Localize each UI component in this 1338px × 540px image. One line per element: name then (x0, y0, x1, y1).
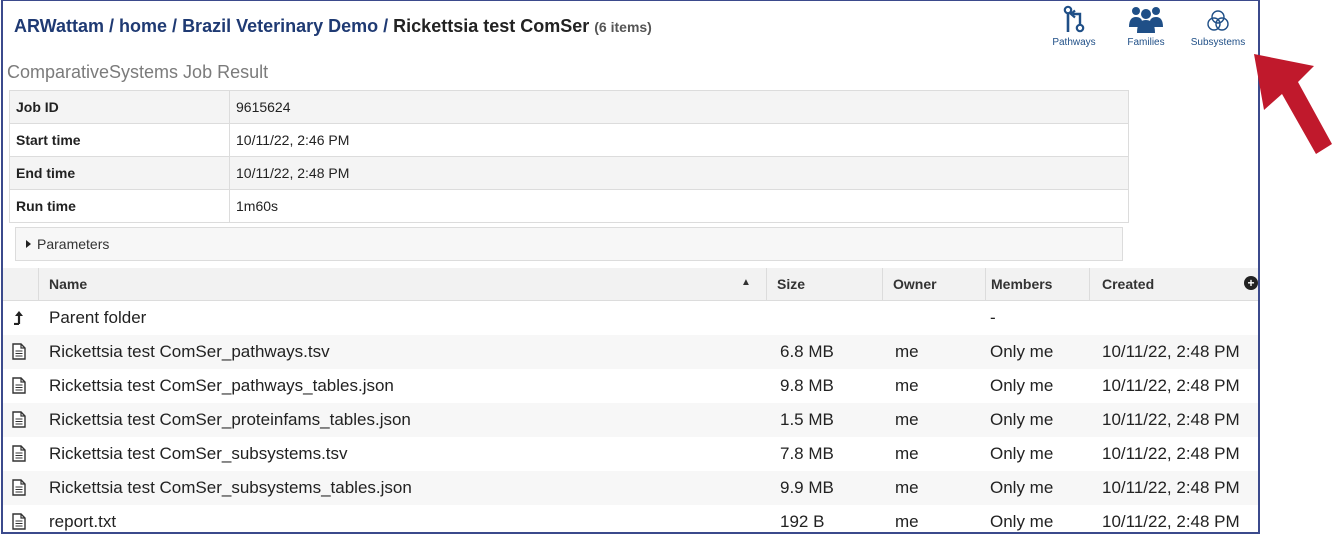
header-created[interactable]: Created (1090, 268, 1258, 300)
breadcrumb-separator: / (104, 16, 120, 36)
file-size: 6.8 MB (780, 342, 834, 361)
file-name[interactable]: Rickettsia test ComSer_subsystems.tsv (49, 437, 348, 471)
add-column-icon[interactable]: + (1244, 276, 1258, 290)
job-info-row: Run time 1m60s (9, 189, 1129, 223)
file-created: 10/11/22, 2:48 PM (1102, 478, 1240, 497)
file-icon (12, 513, 26, 532)
breadcrumb-separator: / (378, 16, 394, 36)
subsystems-button[interactable]: Subsystems (1182, 3, 1254, 48)
file-members: Only me (990, 512, 1054, 531)
breadcrumb-user[interactable]: ARWattam (14, 16, 104, 36)
file-icon (12, 445, 26, 467)
file-icon (12, 377, 26, 399)
caret-right-icon (26, 240, 31, 248)
table-row[interactable]: report.txt 192 B me Only me 10/11/22, 2:… (3, 505, 1258, 532)
file-size: 9.9 MB (780, 478, 834, 497)
parent-folder-members: - (990, 308, 996, 327)
job-info-table: Job ID 9615624 Start time 10/11/22, 2:46 P… (9, 90, 1129, 223)
file-created: 10/11/22, 2:48 PM (1102, 342, 1240, 361)
file-owner: me (895, 512, 919, 531)
file-created: 10/11/22, 2:48 PM (1102, 410, 1240, 429)
file-size: 9.8 MB (780, 376, 834, 395)
job-result-title: ComparativeSystems Job Result (7, 62, 269, 82)
families-icon (1110, 3, 1182, 33)
header-icon-column (3, 268, 39, 300)
grid-header: Name ▲ Size Owner Members Created + (3, 268, 1258, 301)
file-members: Only me (990, 444, 1054, 463)
file-icon (12, 343, 26, 365)
file-icon (12, 411, 26, 433)
file-members: Only me (990, 478, 1054, 497)
annotation-arrow-icon (1254, 54, 1332, 154)
job-info-key: End time (9, 156, 230, 190)
pathways-icon (1038, 3, 1110, 33)
file-owner: me (895, 478, 919, 497)
workspace-panel: ARWattam / home / Brazil Veterinary Demo… (1, 0, 1260, 534)
header-size[interactable]: Size (767, 268, 883, 300)
header-members[interactable]: Members (986, 268, 1090, 300)
parent-folder-label: Parent folder (49, 308, 147, 327)
view-toolbar: Pathways Families Subsystems (1038, 3, 1254, 48)
file-size: 7.8 MB (780, 444, 834, 463)
job-info-key: Job ID (9, 90, 230, 124)
header-owner[interactable]: Owner (883, 268, 986, 300)
parent-folder-row[interactable]: Parent folder - (3, 301, 1258, 335)
breadcrumb-folder[interactable]: Brazil Veterinary Demo (182, 16, 378, 36)
file-members: Only me (990, 376, 1054, 395)
breadcrumb-separator: / (167, 16, 183, 36)
families-label: Families (1127, 37, 1165, 48)
file-created: 10/11/22, 2:48 PM (1102, 376, 1240, 395)
job-info-row: Start time 10/11/22, 2:46 PM (9, 123, 1129, 157)
job-info-row: Job ID 9615624 (9, 90, 1129, 124)
breadcrumb: ARWattam / home / Brazil Veterinary Demo… (14, 16, 652, 37)
table-row[interactable]: Rickettsia test ComSer_proteinfams_table… (3, 403, 1258, 437)
job-info-value: 10/11/22, 2:46 PM (229, 123, 1129, 157)
sort-ascending-icon[interactable]: ▲ (741, 277, 751, 288)
families-button[interactable]: Families (1110, 3, 1182, 48)
file-members: Only me (990, 410, 1054, 429)
pathways-label: Pathways (1052, 37, 1096, 48)
parameters-toggle[interactable]: Parameters (15, 227, 1123, 261)
file-owner: me (895, 342, 919, 361)
file-icon (12, 479, 26, 501)
breadcrumb-current: Rickettsia test ComSer (393, 16, 590, 36)
file-grid: Name ▲ Size Owner Members Created + Pare… (3, 268, 1258, 532)
subsystems-icon (1182, 3, 1254, 33)
table-row[interactable]: Rickettsia test ComSer_pathways_tables.j… (3, 369, 1258, 403)
subsystems-label: Subsystems (1190, 37, 1246, 48)
parameters-label: Parameters (37, 236, 110, 252)
header-name[interactable]: Name (39, 268, 767, 300)
table-row[interactable]: Rickettsia test ComSer_pathways.tsv 6.8 … (3, 335, 1258, 369)
file-name[interactable]: Rickettsia test ComSer_proteinfams_table… (49, 403, 411, 437)
table-row[interactable]: Rickettsia test ComSer_subsystems.tsv 7.… (3, 437, 1258, 471)
job-info-key: Run time (9, 189, 230, 223)
file-name[interactable]: Rickettsia test ComSer_pathways_tables.j… (49, 369, 394, 403)
table-row[interactable]: Rickettsia test ComSer_subsystems_tables… (3, 471, 1258, 505)
job-info-row: End time 10/11/22, 2:48 PM (9, 156, 1129, 190)
file-created: 10/11/22, 2:48 PM (1102, 512, 1240, 531)
file-created: 10/11/22, 2:48 PM (1102, 444, 1240, 463)
file-size: 192 B (780, 512, 825, 531)
breadcrumb-home[interactable]: home (119, 16, 167, 36)
arrow-up-icon (12, 309, 24, 330)
file-owner: me (895, 444, 919, 463)
file-members: Only me (990, 342, 1054, 361)
file-name[interactable]: Rickettsia test ComSer_pathways.tsv (49, 335, 330, 369)
file-owner: me (895, 410, 919, 429)
file-owner: me (895, 376, 919, 395)
job-info-value: 9615624 (229, 90, 1129, 124)
item-count: (6 items) (594, 19, 652, 35)
pathways-button[interactable]: Pathways (1038, 3, 1110, 48)
job-info-value: 1m60s (229, 189, 1129, 223)
job-info-key: Start time (9, 123, 230, 157)
file-size: 1.5 MB (780, 410, 834, 429)
file-name[interactable]: Rickettsia test ComSer_subsystems_tables… (49, 471, 412, 505)
job-info-value: 10/11/22, 2:48 PM (229, 156, 1129, 190)
file-name[interactable]: report.txt (49, 505, 116, 532)
